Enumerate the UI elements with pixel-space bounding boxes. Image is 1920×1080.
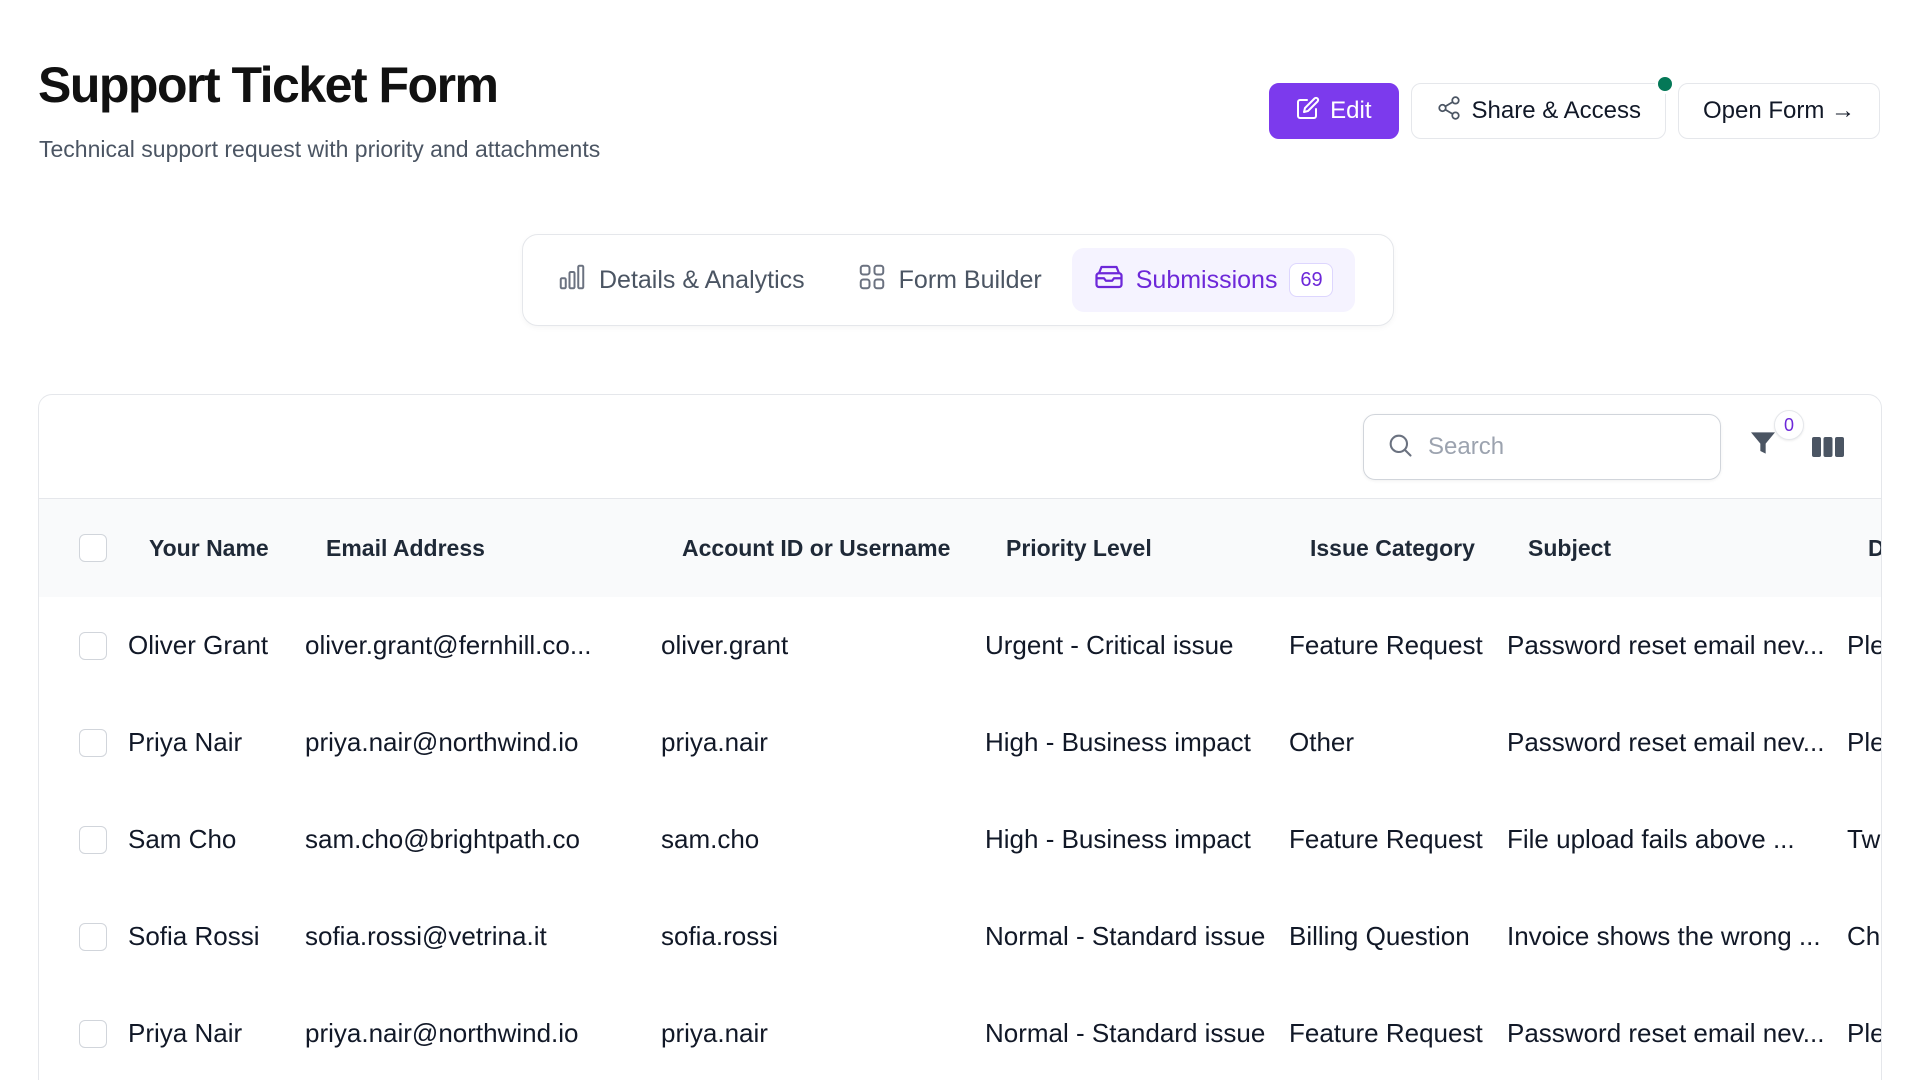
search-icon	[1386, 431, 1414, 464]
table-header: Your Name Email Address Account ID or Us…	[39, 499, 1881, 597]
cell-subject: Password reset email nev...	[1507, 1018, 1825, 1048]
cell-description: Ple	[1847, 727, 1882, 757]
cell-your-name: Priya Nair	[128, 1018, 243, 1048]
cell-description: Tw	[1847, 824, 1881, 854]
cell-account-id: sofia.rossi	[661, 921, 779, 951]
cell-description: Ch	[1847, 921, 1881, 951]
filter-icon	[1751, 432, 1775, 454]
tab-submissions[interactable]: Submissions 69	[1071, 248, 1356, 312]
tab-label: Details & Analytics	[599, 265, 805, 294]
table-row[interactable]: Priya Nair priya.nair@northwind.io priya…	[39, 694, 1881, 791]
cell-email-address: sofia.rossi@vetrina.it	[305, 921, 547, 951]
page-title: Support Ticket Form	[38, 57, 499, 113]
row-checkbox[interactable]	[79, 923, 107, 951]
column-header-account-id[interactable]: Account ID or Username	[682, 499, 950, 597]
cell-your-name: Sofia Rossi	[128, 921, 260, 951]
column-header-priority-level[interactable]: Priority Level	[1006, 499, 1152, 597]
cell-your-name: Sam Cho	[128, 824, 237, 854]
table-row[interactable]: Priya Nair priya.nair@northwind.io priya…	[39, 985, 1881, 1080]
share-icon	[1436, 95, 1462, 128]
cell-subject: Password reset email nev...	[1507, 727, 1825, 757]
row-checkbox[interactable]	[79, 826, 107, 854]
cell-email-address: priya.nair@northwind.io	[305, 1018, 579, 1048]
open-form-button[interactable]: Open Form →	[1677, 83, 1880, 139]
row-checkbox[interactable]	[79, 729, 107, 757]
cell-issue-category: Billing Question	[1289, 921, 1470, 951]
table-row[interactable]: Sam Cho sam.cho@brightpath.co sam.cho Hi…	[39, 791, 1881, 888]
table-row[interactable]: Oliver Grant oliver.grant@fernhill.co...…	[39, 597, 1881, 694]
open-form-label: Open Form →	[1702, 97, 1855, 124]
status-indicator-dot	[1654, 74, 1675, 94]
submissions-table-card: 0 Your Name Email Address Account ID or …	[38, 394, 1882, 1080]
cell-description: Ple	[1847, 630, 1882, 660]
cell-account-id: priya.nair	[661, 1018, 768, 1048]
cell-issue-category: Feature Request	[1289, 630, 1483, 660]
cell-priority-level: High - Business impact	[985, 824, 1251, 854]
inbox-icon	[1094, 262, 1124, 299]
cell-email-address: priya.nair@northwind.io	[305, 727, 579, 757]
cell-account-id: oliver.grant	[661, 630, 789, 660]
cell-issue-category: Feature Request	[1289, 1018, 1483, 1048]
cell-subject: Invoice shows the wrong ...	[1507, 921, 1821, 951]
edit-button[interactable]: Edit	[1269, 83, 1399, 139]
cell-account-id: priya.nair	[661, 727, 768, 757]
cell-email-address: oliver.grant@fernhill.co...	[305, 630, 592, 660]
column-header-email-address[interactable]: Email Address	[326, 499, 485, 597]
cell-description: Ple	[1847, 1018, 1882, 1048]
table-toolbar: 0	[39, 395, 1881, 499]
filter-count-badge: 0	[1774, 410, 1804, 440]
grid-icon	[857, 262, 887, 299]
header-actions: Edit Share & Access Open Form →	[1269, 74, 1880, 139]
tab-label: Submissions	[1135, 265, 1278, 294]
table-row[interactable]: Sofia Rossi sofia.rossi@vetrina.it sofia…	[39, 888, 1881, 985]
cell-priority-level: Normal - Standard issue	[985, 921, 1266, 951]
bar-chart-icon	[557, 262, 587, 299]
cell-subject: Password reset email nev...	[1507, 630, 1825, 660]
cell-account-id: sam.cho	[661, 824, 760, 854]
tab-label: Form Builder	[898, 265, 1042, 294]
edit-button-label: Edit	[1330, 97, 1372, 124]
columns-icon	[1812, 437, 1844, 457]
select-all-checkbox[interactable]	[79, 534, 107, 562]
cell-issue-category: Feature Request	[1289, 824, 1483, 854]
submissions-count-badge: 69	[1289, 263, 1334, 297]
tab-form-builder[interactable]: Form Builder	[835, 248, 1064, 312]
table-body: Oliver Grant oliver.grant@fernhill.co...…	[39, 597, 1881, 1080]
share-access-button[interactable]: Share & Access	[1410, 74, 1675, 139]
edit-icon	[1296, 96, 1320, 127]
cell-your-name: Priya Nair	[128, 727, 243, 757]
search-box[interactable]	[1363, 414, 1721, 480]
column-header-description[interactable]: D	[1868, 499, 1881, 597]
cell-priority-level: Urgent - Critical issue	[985, 630, 1234, 660]
cell-priority-level: Normal - Standard issue	[985, 1018, 1266, 1048]
columns-toggle-button[interactable]	[1811, 433, 1847, 463]
tab-details-analytics[interactable]: Details & Analytics	[535, 248, 827, 312]
column-header-issue-category[interactable]: Issue Category	[1310, 499, 1475, 597]
row-checkbox[interactable]	[79, 1020, 107, 1048]
row-checkbox[interactable]	[79, 632, 107, 660]
cell-subject: File upload fails above ...	[1507, 824, 1795, 854]
cell-email-address: sam.cho@brightpath.co	[305, 824, 580, 854]
cell-priority-level: High - Business impact	[985, 727, 1251, 757]
column-header-subject[interactable]: Subject	[1528, 499, 1611, 597]
page: Support Ticket Form Technical support re…	[0, 0, 1920, 1080]
share-access-label: Share & Access	[1471, 97, 1641, 124]
column-header-your-name[interactable]: Your Name	[149, 499, 269, 597]
cell-your-name: Oliver Grant	[128, 630, 269, 660]
search-input[interactable]	[1428, 433, 1688, 461]
view-tabs: Details & Analytics Form Builder Submiss…	[522, 234, 1394, 326]
page-subtitle: Technical support request with priority …	[39, 136, 601, 162]
cell-issue-category: Other	[1289, 727, 1355, 757]
